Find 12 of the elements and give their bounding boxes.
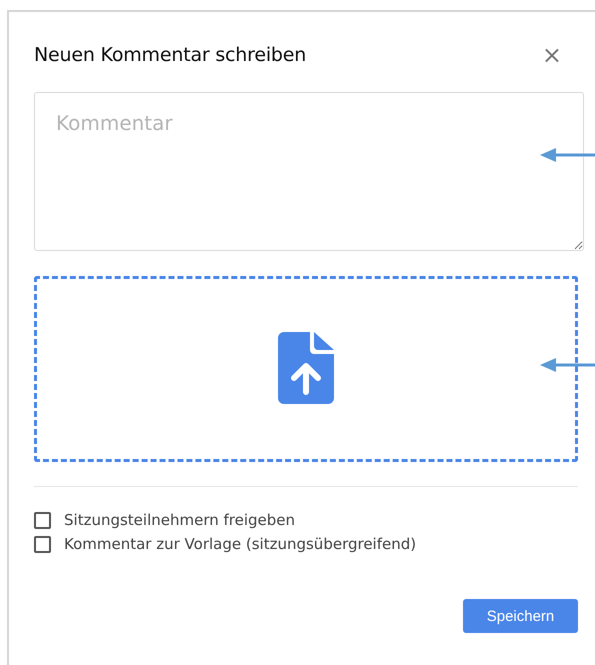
close-button[interactable]: × <box>540 43 564 67</box>
annotation-arrow <box>540 148 595 162</box>
file-upload-icon <box>278 332 334 406</box>
checkbox[interactable] <box>34 512 51 528</box>
upload-dropzone[interactable] <box>34 276 578 462</box>
checkbox-label: Sitzungsteilnehmern freigeben <box>64 511 296 529</box>
save-button[interactable]: Speichern <box>463 599 578 633</box>
annotation-arrow <box>540 358 595 372</box>
comment-field[interactable]: Kommentar <box>34 92 584 251</box>
checkbox-label: Kommentar zur Vorlage (sitzungsübergreifend) <box>64 535 416 553</box>
dialog-title: Neuen Kommentar schreiben <box>34 44 306 66</box>
checkbox[interactable] <box>34 536 51 552</box>
